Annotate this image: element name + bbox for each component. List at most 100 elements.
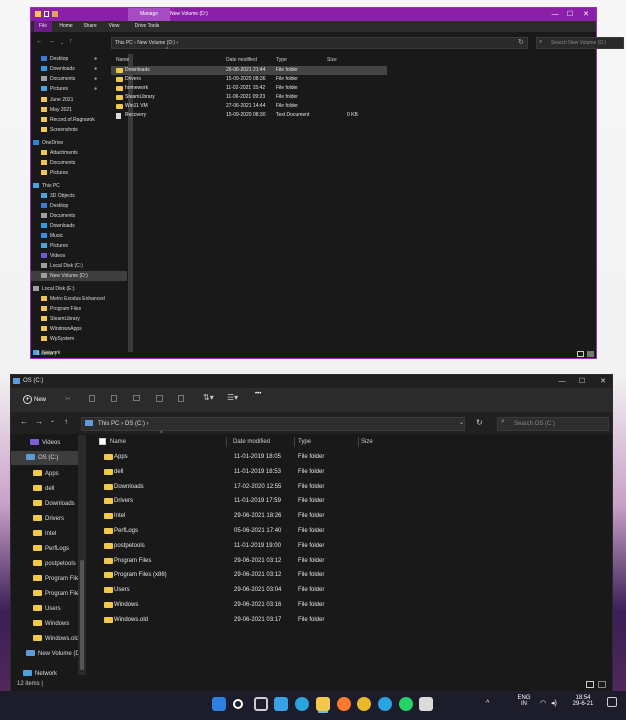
nav-item[interactable]: Program Files xyxy=(11,587,78,601)
maximize-button[interactable]: ☐ xyxy=(574,375,590,388)
file-row[interactable]: Downloads 17-02-2020 12:55 File folder xyxy=(99,480,609,494)
nav-item[interactable]: Pictures xyxy=(31,241,127,251)
nav-scrollbar-thumb[interactable] xyxy=(80,560,84,670)
nav-item[interactable]: New Volume (D xyxy=(11,647,78,661)
nav-item[interactable]: dell xyxy=(11,482,78,496)
large-icons-view-icon[interactable] xyxy=(587,351,594,357)
file-row[interactable]: dell 11-01-2019 18:53 File folder xyxy=(99,465,609,479)
address-dropdown-icon[interactable]: ⌄ xyxy=(459,419,464,426)
column-header-type[interactable]: Type xyxy=(276,54,287,66)
new-button[interactable]: + New xyxy=(23,393,49,407)
cut-icon[interactable]: ✂ xyxy=(65,395,71,403)
close-button[interactable]: ✕ xyxy=(595,375,611,388)
refresh-icon[interactable]: ↻ xyxy=(476,418,483,427)
file-row[interactable]: Win11 VM 27-06-2021 14:44 File folder xyxy=(111,102,387,111)
file-row[interactable]: Program Files 29-06-2021 03:12 File folder xyxy=(99,554,609,568)
nav-item[interactable]: Music xyxy=(31,231,127,241)
file-explorer-icon[interactable] xyxy=(316,697,330,711)
nav-item[interactable]: Documents xyxy=(31,211,127,221)
widgets-icon[interactable] xyxy=(274,697,288,711)
nav-item[interactable]: Users xyxy=(11,602,78,616)
file-row[interactable]: Windows 29-06-2021 03:16 File folder xyxy=(99,598,609,612)
nav-item[interactable]: Pictures xyxy=(31,168,127,178)
nav-item[interactable]: WpSystem xyxy=(31,334,127,344)
up-icon[interactable]: ↑ xyxy=(64,417,68,426)
telegram-icon[interactable] xyxy=(378,697,392,711)
start-icon[interactable] xyxy=(212,697,226,711)
back-icon[interactable]: ← xyxy=(36,38,43,45)
file-row[interactable]: Recovery 15-09-2020 08:30 Text Document 0 K… xyxy=(111,111,387,120)
nav-item[interactable]: Documents xyxy=(31,158,127,168)
tiles-view-icon[interactable] xyxy=(598,681,606,688)
tab-home[interactable]: Home xyxy=(57,21,75,32)
column-header-size[interactable]: Size xyxy=(361,435,373,449)
address-bar[interactable]: This PC › New Volume (D:) › xyxy=(111,37,528,49)
file-row[interactable]: Users 29-06-2021 03:04 File folder xyxy=(99,583,609,597)
clock[interactable]: 18:54 29-6-21 xyxy=(568,695,598,707)
notifications-icon[interactable] xyxy=(607,697,617,707)
file-row[interactable]: Downloads 26-06-2021 21:44 File folder xyxy=(111,66,387,75)
wifi-icon[interactable]: ◠ xyxy=(540,699,546,707)
file-row[interactable]: Apps 11-01-2019 18:05 File folder xyxy=(99,450,609,464)
copy-icon[interactable] xyxy=(89,395,95,402)
whatsapp-icon[interactable] xyxy=(399,697,413,711)
search-input[interactable]: Search OS (C:) xyxy=(497,417,609,431)
tab-drive-tools[interactable]: Drive Tools xyxy=(129,21,165,32)
nav-item[interactable]: Program Files xyxy=(31,304,127,314)
pin-icon[interactable]: ✱ xyxy=(94,84,97,94)
file-row[interactable]: Windows.old 29-06-2021 03:17 File folder xyxy=(99,613,609,627)
column-header-date[interactable]: Date modified xyxy=(226,54,257,66)
chevron-down-icon[interactable]: ⌄ xyxy=(60,40,64,46)
nav-item[interactable]: postpetools xyxy=(11,557,78,571)
file-row[interactable]: Program Files (x86) 29-06-2021 03:12 File … xyxy=(99,568,609,582)
nav-item[interactable]: PerfLogs xyxy=(11,542,78,556)
recent-locations-icon[interactable]: ⌄ xyxy=(50,417,55,424)
close-button[interactable]: ✕ xyxy=(576,8,596,21)
tab-file[interactable]: File xyxy=(34,21,52,32)
language-indicator[interactable]: ENG IN xyxy=(515,695,533,707)
nav-item[interactable]: Videos xyxy=(11,436,78,450)
details-view-icon[interactable] xyxy=(577,351,584,357)
pin-icon[interactable]: ✱ xyxy=(94,74,97,84)
nav-item[interactable]: 3D Objects xyxy=(31,191,127,201)
pin-icon[interactable]: ✱ xyxy=(94,64,97,74)
file-row[interactable]: postpetools 11-01-2019 19:00 File folder xyxy=(99,539,609,553)
nav-item[interactable]: Apps xyxy=(11,467,78,481)
nav-item[interactable]: Local Disk (E:) xyxy=(31,284,127,294)
details-view-icon[interactable] xyxy=(586,681,594,688)
nav-item[interactable]: SteamLibrary xyxy=(31,314,127,324)
nav-item[interactable]: OneDrive xyxy=(31,138,127,148)
nav-item[interactable]: Attachments xyxy=(31,148,127,158)
share-icon[interactable] xyxy=(156,395,163,402)
back-icon[interactable]: ← xyxy=(20,417,28,426)
nav-item[interactable]: New Volume (D:) xyxy=(31,271,127,281)
nav-item[interactable]: Program Files xyxy=(11,572,78,586)
column-header-type[interactable]: Type xyxy=(298,435,311,449)
tab-share[interactable]: Share xyxy=(81,21,99,32)
pin-icon[interactable]: ✱ xyxy=(94,54,97,64)
nav-item[interactable]: OS (C:) xyxy=(11,451,78,465)
nav-item[interactable]: Metro Exodus Enhanced xyxy=(31,294,127,304)
nav-item[interactable]: Videos xyxy=(31,251,127,261)
properties-icon[interactable] xyxy=(44,11,49,17)
more-options-icon[interactable]: ••• xyxy=(255,391,261,397)
view-icon[interactable]: ☰▾ xyxy=(227,393,238,402)
column-header-size[interactable]: Size xyxy=(327,54,337,66)
tab-manage[interactable]: Manage xyxy=(128,8,170,21)
nav-item[interactable]: This PC xyxy=(31,181,127,191)
forward-icon[interactable]: → xyxy=(48,38,55,45)
file-row[interactable]: homework 11-02-2021 15:42 File folder xyxy=(111,84,387,93)
file-row[interactable]: Intel 29-06-2021 18:26 File folder xyxy=(99,509,609,523)
nav-item[interactable]: Downloads xyxy=(31,221,127,231)
nav-item[interactable]: Downloads xyxy=(11,497,78,511)
app-icon[interactable] xyxy=(419,697,433,711)
address-bar[interactable]: This PC › OS (C:) › xyxy=(81,417,465,431)
up-icon[interactable]: ↑ xyxy=(69,38,73,45)
forward-icon[interactable]: → xyxy=(35,417,43,426)
task-view-icon[interactable] xyxy=(254,697,268,711)
tray-overflow-icon[interactable]: ^ xyxy=(486,700,489,707)
column-header-name[interactable]: Name xyxy=(110,435,126,449)
nav-item[interactable]: Local Disk (C:) xyxy=(31,261,127,271)
firefox-icon[interactable] xyxy=(337,697,351,711)
sort-icon[interactable]: ⇅▾ xyxy=(203,393,214,402)
